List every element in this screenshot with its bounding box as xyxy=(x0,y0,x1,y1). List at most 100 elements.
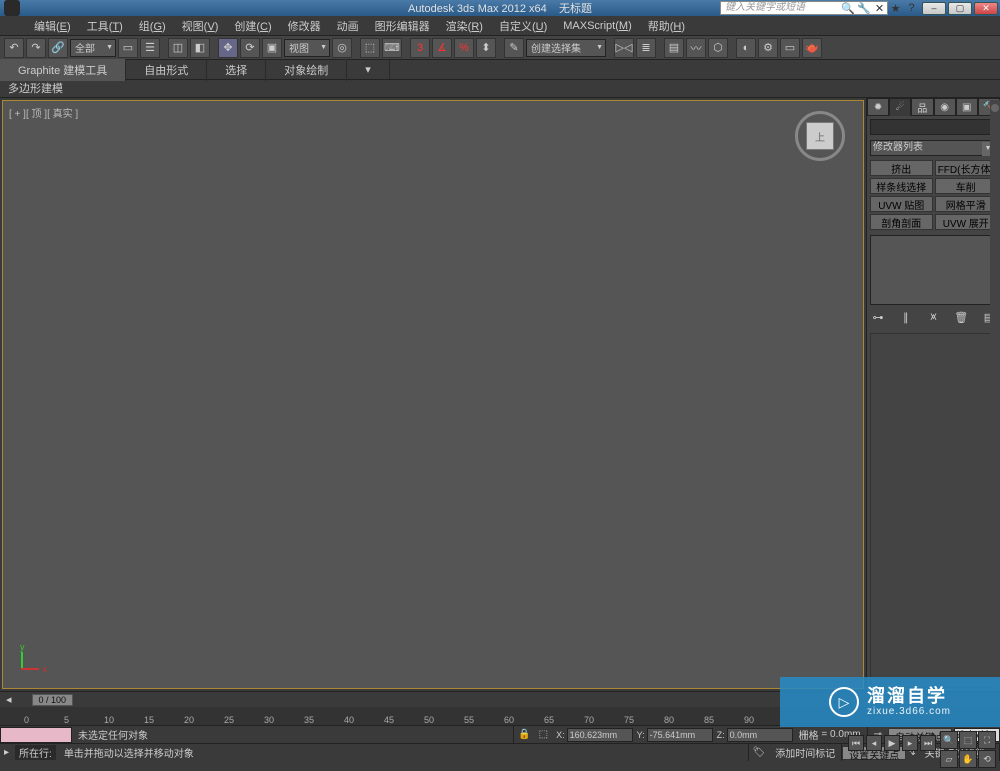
menu-tools[interactable]: 工具(T) xyxy=(79,18,131,34)
next-frame-icon[interactable]: ▸ xyxy=(902,735,918,751)
ribbon-tab-selection[interactable]: 选择 xyxy=(207,59,266,81)
align-button[interactable]: ≣ xyxy=(636,38,656,58)
lock-icon[interactable]: 🔒 xyxy=(514,729,534,740)
exchange-icon[interactable]: ✕ xyxy=(873,2,886,15)
rendered-frame-button[interactable]: ▭ xyxy=(780,38,800,58)
minimize-button[interactable]: – xyxy=(922,2,946,15)
link-button[interactable]: 🔗 xyxy=(48,38,68,58)
make-unique-icon[interactable]: ⩙ xyxy=(926,311,942,327)
orbit-icon[interactable]: ⟲ xyxy=(978,750,996,768)
display-tab[interactable]: ▣ xyxy=(956,98,978,116)
unwrap-uvw-button[interactable]: UVW 展开 xyxy=(935,214,998,230)
edit-selection-set-button[interactable]: ✎ xyxy=(504,38,524,58)
select-by-name-button[interactable]: ☰ xyxy=(140,38,160,58)
select-move-button[interactable]: ✥ xyxy=(218,38,238,58)
ref-coord-dropdown[interactable]: 视图 xyxy=(284,39,330,57)
prev-frame-icon[interactable]: ◂ xyxy=(866,735,882,751)
menu-edit[interactable]: 编辑(E) xyxy=(26,18,79,34)
modifier-list-dropdown[interactable]: 修改器列表 xyxy=(870,140,997,156)
remove-modifier-icon[interactable]: 🗑 xyxy=(953,311,969,327)
undo-button[interactable]: ↶ xyxy=(4,38,24,58)
menu-help[interactable]: 帮助(H) xyxy=(640,18,693,34)
favorite-icon[interactable]: ★ xyxy=(889,2,902,15)
menu-graph-editors[interactable]: 图形编辑器 xyxy=(367,18,438,34)
lathe-button[interactable]: 车削 xyxy=(935,178,998,194)
angle-snap-button[interactable]: ∡ xyxy=(432,38,452,58)
zoom-icon[interactable]: 🔍 xyxy=(940,731,958,749)
create-tab[interactable]: ✹ xyxy=(867,98,889,116)
menu-modifiers[interactable]: 修改器 xyxy=(280,18,329,34)
menu-animation[interactable]: 动画 xyxy=(329,18,367,34)
material-editor-button[interactable]: ◐ xyxy=(736,38,756,58)
keyboard-shortcut-button[interactable]: ⌨ xyxy=(382,38,402,58)
select-object-button[interactable]: ▭ xyxy=(118,38,138,58)
menu-create[interactable]: 创建(C) xyxy=(226,18,279,34)
fov-icon[interactable]: ▱ xyxy=(940,750,958,768)
search-icon[interactable]: 🔍 xyxy=(841,2,854,15)
select-scale-button[interactable]: ▣ xyxy=(262,38,282,58)
hierarchy-tab[interactable]: 品 xyxy=(911,98,933,116)
rollout-area[interactable] xyxy=(870,333,997,688)
menu-group[interactable]: 组(G) xyxy=(131,18,174,34)
viewcube[interactable]: 上 xyxy=(795,111,845,161)
snap-button[interactable]: 3 xyxy=(410,38,430,58)
viewport[interactable]: [ + ][ 顶 ][ 真实 ] 上 xyxy=(2,100,864,689)
z-input[interactable]: 0.0mm xyxy=(727,728,793,742)
coord-display-icon[interactable]: ⬚ xyxy=(535,729,552,740)
spline-select-button[interactable]: 样条线选择 xyxy=(870,178,933,194)
selection-filter-dropdown[interactable]: 全部 xyxy=(70,39,116,57)
bevel-profile-button[interactable]: 剖角剖面 xyxy=(870,214,933,230)
goto-end-icon[interactable]: ⏭ xyxy=(920,735,936,751)
viewcube-face-top[interactable]: 上 xyxy=(806,122,834,150)
modifier-stack[interactable] xyxy=(870,235,997,305)
menu-render[interactable]: 渲染(R) xyxy=(438,18,491,34)
ribbon-tab-paint[interactable]: 对象绘制 xyxy=(266,59,347,81)
zoom-extents-icon[interactable]: ⛶ xyxy=(978,731,996,749)
select-rotate-button[interactable]: ⟳ xyxy=(240,38,260,58)
spinner-snap-button[interactable]: ⬍ xyxy=(476,38,496,58)
uvw-map-button[interactable]: UVW 贴图 xyxy=(870,196,933,212)
ffd-button[interactable]: FFD(长方体) xyxy=(935,160,998,176)
use-center-button[interactable]: ◎ xyxy=(332,38,352,58)
maximize-button[interactable]: ▢ xyxy=(948,2,972,15)
play-icon[interactable]: ▶ xyxy=(884,735,900,751)
viewport-label[interactable]: [ + ][ 顶 ][ 真实 ] xyxy=(9,105,78,120)
zoom-all-icon[interactable]: ⬚ xyxy=(959,731,977,749)
manipulate-button[interactable]: ⬚ xyxy=(360,38,380,58)
motion-tab[interactable]: ◉ xyxy=(934,98,956,116)
extrude-button[interactable]: 挤出 xyxy=(870,160,933,176)
time-tag-icon[interactable]: 🏷 xyxy=(749,747,770,758)
x-input[interactable]: 160.623mm xyxy=(567,728,633,742)
render-button[interactable]: 🫖 xyxy=(802,38,822,58)
app-icon[interactable] xyxy=(4,0,20,16)
help-icon[interactable]: ? xyxy=(905,2,918,15)
maxscript-mini-listener-icon[interactable]: ▸ xyxy=(0,747,13,758)
show-end-result-icon[interactable]: ∥ xyxy=(898,311,914,327)
viewport-scrollbar[interactable] xyxy=(990,100,1000,689)
close-button[interactable]: ✕ xyxy=(974,2,998,15)
goto-start-icon[interactable]: ⏮ xyxy=(848,735,864,751)
key-icon[interactable]: 🔧 xyxy=(857,2,870,15)
ribbon-panel-label[interactable]: 多边形建模 xyxy=(0,80,1000,98)
mirror-button[interactable]: ▷◁ xyxy=(614,38,634,58)
render-setup-button[interactable]: ⚙ xyxy=(758,38,778,58)
ribbon-tab-graphite[interactable]: Graphite 建模工具 xyxy=(0,59,126,81)
modify-tab[interactable]: ☄ xyxy=(889,98,911,116)
menu-customize[interactable]: 自定义(U) xyxy=(491,18,555,34)
trackbar-box[interactable] xyxy=(0,727,72,743)
time-slider-handle[interactable]: 0 / 100 xyxy=(32,694,74,706)
pin-stack-icon[interactable]: ⊶ xyxy=(870,311,886,327)
curve-editor-button[interactable]: 〰 xyxy=(686,38,706,58)
add-time-tag[interactable]: 添加时间标记 xyxy=(769,744,842,761)
object-name-input[interactable] xyxy=(870,119,997,135)
ribbon-tab-freeform[interactable]: 自由形式 xyxy=(126,59,207,81)
select-region-button[interactable]: ◫ xyxy=(168,38,188,58)
menu-maxscript[interactable]: MAXScript(M) xyxy=(555,20,639,32)
meshsmooth-button[interactable]: 网格平滑 xyxy=(935,196,998,212)
menu-view[interactable]: 视图(V) xyxy=(174,18,227,34)
viewcube-ring[interactable]: 上 xyxy=(795,111,845,161)
time-slider-arrow-left-icon[interactable]: ◂ xyxy=(6,693,12,706)
layer-manager-button[interactable]: ▤ xyxy=(664,38,684,58)
percent-snap-button[interactable]: % xyxy=(454,38,474,58)
ribbon-minimize-button[interactable]: ▾ xyxy=(347,60,390,79)
